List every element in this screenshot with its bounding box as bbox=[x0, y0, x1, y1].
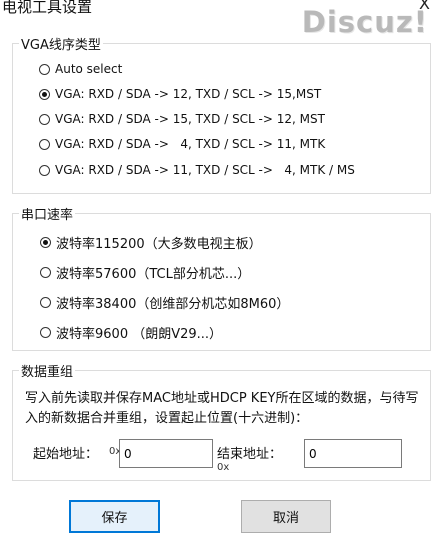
data-regroup-description: 写入前先读取并保存MAC地址或HDCP KEY所在区域的数据，与待写入的新数据合… bbox=[25, 391, 419, 426]
serial-speed-legend: 串口速率 bbox=[19, 204, 76, 223]
window-title: 电视工具设置 bbox=[2, 0, 93, 16]
radio-indicator bbox=[40, 297, 51, 308]
end-address-prefix: 0x bbox=[217, 462, 230, 473]
end-address-input[interactable] bbox=[304, 439, 402, 468]
start-address-input[interactable] bbox=[119, 439, 213, 468]
baud-option-label: 波特率115200（大多数电视主板） bbox=[56, 237, 262, 252]
baud-option-9600[interactable]: 波特率9600 （朗朗V29...） bbox=[40, 323, 222, 342]
vga-option-label: VGA: RXD / SDA -> 11, TXD / SCL -> 4, MT… bbox=[55, 163, 355, 177]
start-address-label: 起始地址： bbox=[33, 447, 99, 462]
vga-option-4-11-mtk[interactable]: VGA: RXD / SDA -> 4, TXD / SCL -> 11, MT… bbox=[39, 137, 325, 151]
baud-option-57600[interactable]: 波特率57600（TCL部分机芯...） bbox=[40, 263, 250, 282]
vga-option-12-15-mst[interactable]: VGA: RXD / SDA -> 12, TXD / SCL -> 15,MS… bbox=[39, 87, 321, 101]
save-button[interactable]: 保存 bbox=[69, 500, 160, 533]
radio-indicator bbox=[39, 113, 50, 125]
vga-option-label: Auto select bbox=[55, 62, 123, 76]
baud-option-115200[interactable]: 波特率115200（大多数电视主板） bbox=[40, 233, 262, 252]
baud-option-label: 波特率9600 （朗朗V29...） bbox=[56, 327, 223, 342]
baud-option-38400[interactable]: 波特率38400（创维部分机芯如8M60） bbox=[40, 293, 289, 312]
vga-option-label: VGA: RXD / SDA -> 12, TXD / SCL -> 15,MS… bbox=[55, 87, 322, 101]
watermark-logo: Discuz! bbox=[301, 5, 428, 39]
radio-indicator bbox=[40, 327, 51, 338]
cancel-button[interactable]: 取消 bbox=[241, 500, 331, 533]
radio-indicator bbox=[39, 138, 50, 150]
serial-speed-group: 串口速率 波特率115200（大多数电视主板） 波特率57600（TCL部分机芯… bbox=[12, 204, 431, 351]
vga-option-15-12-mst[interactable]: VGA: RXD / SDA -> 15, TXD / SCL -> 12, M… bbox=[39, 112, 325, 126]
radio-indicator bbox=[39, 63, 50, 75]
radio-indicator bbox=[40, 237, 51, 248]
vga-order-group: VGA线序类型 Auto select VGA: RXD / SDA -> 12… bbox=[12, 34, 431, 194]
baud-option-label: 波特率57600（TCL部分机芯...） bbox=[56, 267, 251, 282]
vga-order-legend: VGA线序类型 bbox=[19, 34, 103, 53]
data-regroup-group: 数据重组 写入前先读取并保存MAC地址或HDCP KEY所在区域的数据，与待写入… bbox=[12, 361, 431, 481]
baud-option-label: 波特率38400（创维部分机芯如8M60） bbox=[56, 297, 290, 312]
data-regroup-legend: 数据重组 bbox=[19, 361, 76, 380]
vga-option-label: VGA: RXD / SDA -> 4, TXD / SCL -> 11, MT… bbox=[55, 137, 326, 151]
radio-indicator bbox=[39, 164, 50, 176]
radio-indicator bbox=[40, 267, 51, 278]
vga-option-auto[interactable]: Auto select bbox=[39, 62, 122, 76]
vga-option-label: VGA: RXD / SDA -> 15, TXD / SCL -> 12, M… bbox=[55, 112, 325, 126]
radio-indicator bbox=[39, 88, 50, 100]
vga-option-11-4-mtk[interactable]: VGA: RXD / SDA -> 11, TXD / SCL -> 4, MT… bbox=[39, 163, 355, 177]
end-address-label: 结束地址： bbox=[217, 447, 283, 462]
